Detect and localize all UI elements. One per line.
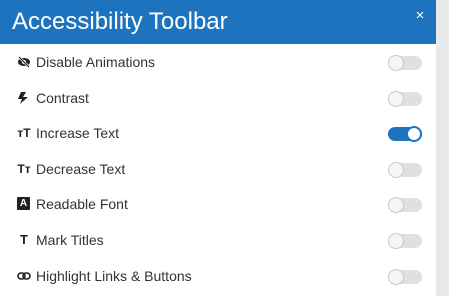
option-contrast[interactable]: Contrast <box>0 80 436 116</box>
option-label: Disable Animations <box>36 54 156 70</box>
contrast-toggle[interactable] <box>388 90 422 107</box>
option-mark-titles[interactable]: T Mark Titles <box>0 222 436 258</box>
options-list: Disable Animations Contrast тT Increase … <box>0 44 436 293</box>
toggle-knob <box>388 232 404 249</box>
toggle-knob <box>388 268 404 285</box>
readable-font-icon: A <box>17 197 30 211</box>
toolbar-title: Accessibility Toolbar <box>12 8 228 35</box>
readable-font-glyph: A <box>19 198 28 210</box>
toggle-knob <box>388 55 404 71</box>
decrease-text-toggle[interactable] <box>388 161 422 178</box>
page-background-edge <box>436 0 449 296</box>
accessibility-toolbar-panel: Accessibility Toolbar × Disable Animatio… <box>0 0 436 296</box>
decrease-text-icon: Tт <box>17 161 31 176</box>
contrast-icon <box>16 90 32 106</box>
mark-titles-icon: T <box>20 231 28 247</box>
link-icon <box>16 268 32 284</box>
option-label: Readable Font <box>36 196 128 213</box>
readable-font-toggle[interactable] <box>388 197 422 214</box>
toggle-knob <box>388 197 404 214</box>
highlight-links-toggle[interactable] <box>388 268 422 285</box>
option-label: Highlight Links & Buttons <box>36 267 192 284</box>
toggle-knob <box>388 90 404 107</box>
option-label: Increase Text <box>36 125 120 142</box>
option-highlight-links[interactable]: Highlight Links & Buttons <box>0 258 436 294</box>
option-label: Contrast <box>36 89 89 106</box>
close-button[interactable]: × <box>410 6 430 26</box>
eye-slash-icon <box>16 54 32 70</box>
option-decrease-text[interactable]: Tт Decrease Text <box>0 151 436 187</box>
option-disable-animations[interactable]: Disable Animations <box>0 44 436 80</box>
toggle-knob <box>406 126 422 143</box>
increase-text-toggle[interactable] <box>388 126 422 143</box>
toolbar-header: Accessibility Toolbar × <box>0 0 436 44</box>
toggle-knob <box>388 161 404 178</box>
disable-animations-toggle[interactable] <box>388 55 422 71</box>
option-readable-font[interactable]: A Readable Font <box>0 186 436 222</box>
option-label: Decrease Text <box>36 160 126 177</box>
increase-text-icon: тT <box>17 126 31 141</box>
option-label: Mark Titles <box>36 231 104 248</box>
mark-titles-toggle[interactable] <box>388 232 422 249</box>
option-increase-text[interactable]: тT Increase Text <box>0 115 436 151</box>
